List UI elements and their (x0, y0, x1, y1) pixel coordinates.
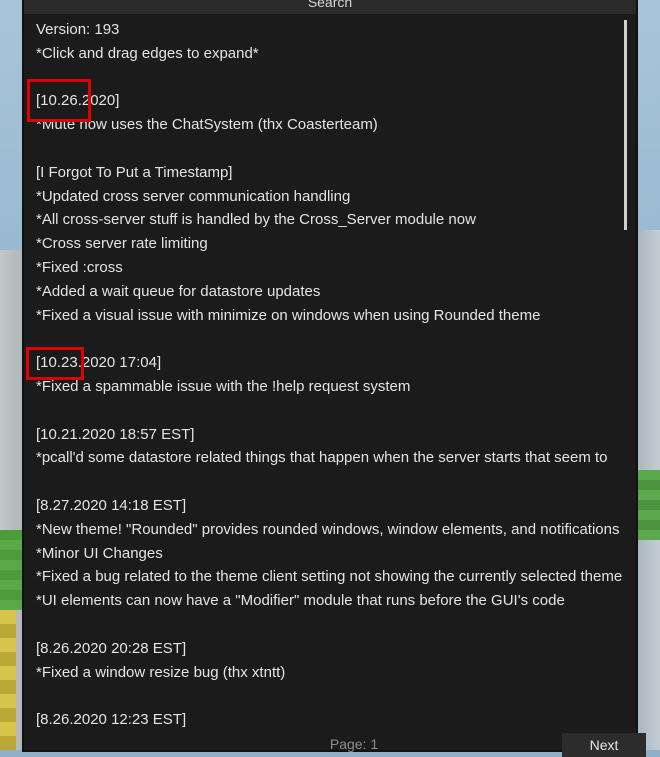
changelog-line: *Cross server rate limiting (36, 235, 208, 253)
changelog-line: [I Forgot To Put a Timestamp] (36, 163, 233, 181)
changelog-line (36, 66, 624, 90)
changelog-line: *Minor UI Changes (36, 544, 163, 562)
changelog-line: [10.26.2020] (36, 92, 120, 110)
changelog-line: *All cross-server stuff is handled by th… (36, 211, 476, 229)
changelog-line: Version: 193 (36, 21, 120, 38)
highlight-box (26, 347, 84, 380)
highlight-box (27, 79, 91, 122)
background-foliage-right (634, 470, 660, 540)
changelog-line: [10.23.2020 17:04] (36, 354, 162, 372)
changelog-line: [8.26.2020 20:28 EST] (36, 639, 187, 657)
changelog-line: [10.21.2020 18:57 EST] (36, 425, 195, 443)
changelog-line (36, 613, 624, 637)
changelog-line: *Updated cross server communication hand… (36, 187, 351, 205)
changelog-line (36, 684, 624, 708)
changelog-line: *Added a wait queue for datastore update… (36, 282, 321, 300)
changelog-line: [8.26.2020 12:23 EST] (36, 711, 187, 729)
changelog-line: *Fixed :cross (36, 258, 123, 276)
vertical-scrollbar[interactable] (624, 20, 627, 230)
changelog-line: *Fixed a spammable issue with the !help … (36, 377, 411, 395)
changelog-line: [8.27.2020 14:18 EST] (36, 496, 187, 514)
changelog-line: *Fixed a bug related to the theme client… (36, 568, 623, 586)
next-page-button[interactable]: Next (562, 733, 646, 757)
changelog-line: *pcall'd some datastore related things t… (36, 449, 608, 467)
changelog-line (36, 327, 624, 351)
window-title: Search (307, 0, 353, 10)
changelog-content[interactable]: Version: 193 *Click and drag edges to ex… (36, 18, 624, 730)
window-titlebar[interactable]: Search (24, 0, 636, 14)
changelog-line: *Click and drag edges to expand* (36, 44, 259, 62)
changelog-line (36, 137, 624, 161)
changelog-line: *New theme! "Rounded" provides rounded w… (36, 520, 620, 538)
changelog-line: *UI elements can now have a "Modifier" m… (36, 592, 565, 610)
changelog-line: *Fixed a window resize bug (thx xtntt) (36, 663, 286, 681)
background-rail-left (0, 610, 16, 750)
changelog-line: *Fixed a visual issue with minimize on w… (36, 306, 541, 324)
changelog-line (36, 399, 624, 423)
changelog-window[interactable]: Search Version: 193 *Click and drag edge… (24, 0, 646, 757)
changelog-line (36, 470, 624, 494)
changelog-line: *Mute now uses the ChatSystem (thx Coast… (36, 116, 378, 134)
